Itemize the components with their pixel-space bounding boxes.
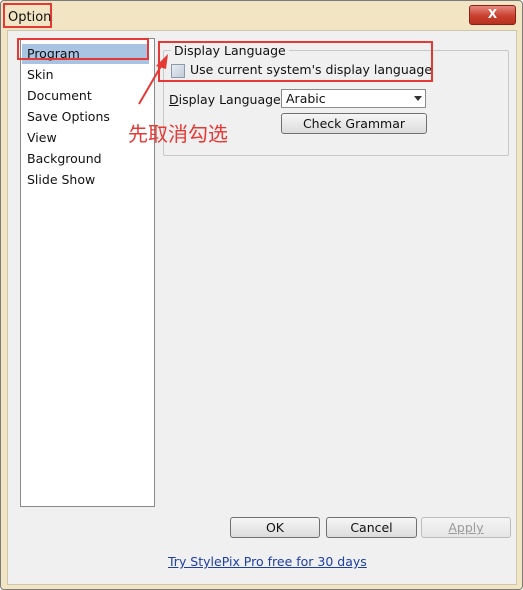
sidebar-item-background[interactable]: Background: [22, 149, 149, 169]
dialog-client-area: Program Skin Document Save Options View …: [7, 30, 517, 585]
try-pro-link[interactable]: Try StylePix Pro free for 30 days: [168, 554, 367, 569]
apply-button-label: Apply: [448, 520, 484, 535]
display-language-value: Arabic: [286, 91, 326, 106]
close-icon: X: [487, 7, 498, 21]
ok-button[interactable]: OK: [230, 517, 320, 538]
sidebar-item-slide-show[interactable]: Slide Show: [22, 170, 149, 190]
check-grammar-button[interactable]: Check Grammar: [281, 113, 427, 134]
cancel-button[interactable]: Cancel: [326, 517, 417, 538]
close-button[interactable]: X: [469, 5, 516, 25]
option-window: Option X Program Skin Document Save Opti…: [0, 0, 523, 590]
title-bar[interactable]: Option X: [1, 1, 522, 31]
annotation-text: 先取消勾选: [128, 122, 228, 146]
window-title: Option: [3, 3, 52, 28]
apply-button[interactable]: Apply: [421, 517, 511, 538]
display-language-select[interactable]: Arabic: [281, 89, 426, 108]
chevron-down-icon: [414, 96, 422, 101]
